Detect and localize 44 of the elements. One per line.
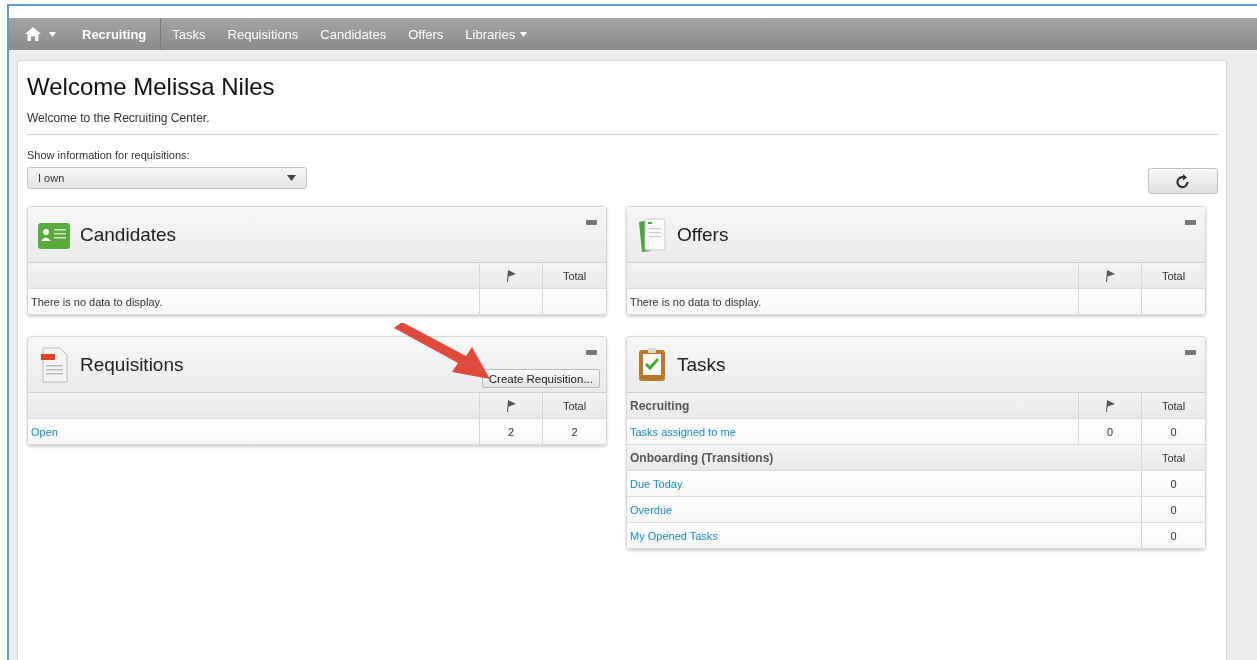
flagged-count: 0 (1106, 425, 1114, 438)
section-heading: Recruiting (630, 398, 690, 413)
row-link[interactable]: Tasks assigned to me (630, 425, 736, 438)
column-header: Total (1161, 451, 1186, 464)
panel-title: Offers (677, 223, 729, 246)
row-link[interactable]: My Opened Tasks (630, 529, 718, 542)
flagged-count: 2 (507, 425, 515, 438)
column-header: Total (1161, 269, 1186, 282)
refresh-icon (1176, 173, 1190, 189)
total-count: 2 (571, 425, 578, 438)
minimize-icon[interactable] (586, 220, 597, 225)
caret-icon[interactable] (49, 31, 56, 37)
nav-tab[interactable]: Candidates (309, 18, 398, 50)
nav-tab[interactable]: Requisitions (216, 18, 310, 50)
requisition-filter-dropdown[interactable]: I own (27, 167, 307, 189)
total-count: 0 (1170, 425, 1177, 438)
create-requisition-button[interactable]: Create Requisition... (481, 369, 600, 388)
page-title: Welcome Melissa Niles (27, 73, 276, 101)
empty-message: There is no data to display. (630, 295, 762, 308)
nav-tab[interactable]: Libraries (454, 18, 539, 50)
panel-title: Candidates (80, 223, 177, 246)
minimize-icon[interactable] (1185, 220, 1196, 225)
nav-tab[interactable]: Tasks (161, 18, 217, 50)
panel-title: Requisitions (80, 353, 184, 376)
row-link[interactable]: Overdue (630, 503, 673, 516)
row-link[interactable]: Open (31, 425, 58, 438)
section-heading: Onboarding (Transitions) (630, 450, 774, 465)
caret-icon (287, 175, 296, 181)
filter-label: Show information for requisitions: (27, 149, 191, 161)
minimize-icon[interactable] (586, 350, 597, 355)
panel-title: Tasks (677, 353, 726, 376)
page-subtitle: Welcome to the Recruiting Center. (27, 111, 211, 125)
total-count: 0 (1170, 529, 1177, 542)
home-icon[interactable] (25, 27, 41, 41)
column-header: Total (562, 269, 587, 282)
refresh-button[interactable] (1148, 168, 1218, 194)
total-count: 0 (1170, 477, 1177, 490)
column-header: Total (1161, 399, 1186, 412)
row-link[interactable]: Due Today (630, 477, 683, 490)
total-count: 0 (1170, 503, 1177, 516)
nav-tab[interactable]: Offers (397, 18, 455, 50)
empty-message: There is no data to display. (31, 295, 163, 308)
minimize-icon[interactable] (1185, 350, 1196, 355)
column-header: Total (562, 399, 587, 412)
